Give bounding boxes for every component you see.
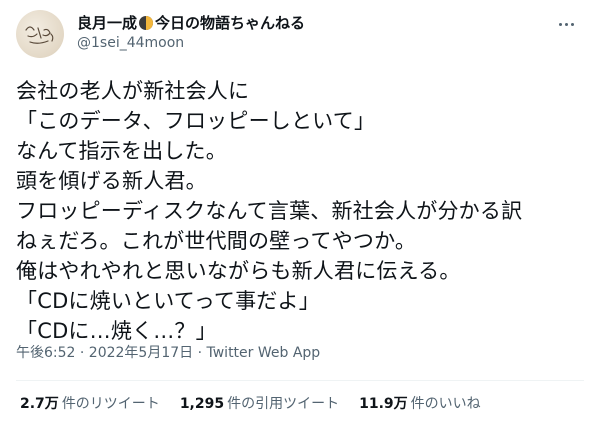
user-handle[interactable]: @1sei_44moon bbox=[77, 34, 305, 52]
tweet-line: なんて指示を出した。 bbox=[16, 139, 227, 163]
tweet-line: 「このデータ、フロッピーしといて」 bbox=[16, 109, 376, 133]
tweet-timestamp[interactable]: 午後6:52 · 2022年5月17日 · Twitter Web App bbox=[16, 343, 320, 363]
display-name[interactable]: 良月一成 今日の物語ちゃんねる bbox=[77, 13, 305, 33]
engagement-stats: 2.7万 件のリツイート 1,295 件の引用ツイート 11.9万 件のいいね bbox=[20, 394, 501, 414]
tweet-line: 俺はやれやれと思いながらも新人君に伝える。 bbox=[16, 259, 461, 283]
likes-count: 11.9万 bbox=[359, 396, 408, 412]
tweet-line: 会社の老人が新社会人に bbox=[16, 79, 250, 103]
quote-tweets-label: 件の引用ツイート bbox=[227, 396, 340, 412]
tweet-text: 会社の老人が新社会人に 「このデータ、フロッピーしといて」 なんて指示を出した。… bbox=[16, 76, 586, 346]
display-name-prefix: 良月一成 bbox=[77, 14, 138, 32]
author-names: 良月一成 今日の物語ちゃんねる @1sei_44moon bbox=[77, 13, 305, 52]
tweet-line: 「CDに焼いといてって事だよ」 bbox=[16, 289, 320, 313]
tweet-line: フロッピーディスクなんて言葉、新社会人が分かる訳 bbox=[16, 199, 523, 223]
quote-tweets-count: 1,295 bbox=[179, 396, 225, 412]
retweets-count: 2.7万 bbox=[20, 396, 59, 412]
tweet-header: 良月一成 今日の物語ちゃんねる @1sei_44moon bbox=[16, 10, 584, 58]
tweet-line: 「CDに…焼く…？」 bbox=[16, 319, 217, 343]
display-name-suffix: 今日の物語ちゃんねる bbox=[155, 14, 306, 32]
retweets-label: 件のリツイート bbox=[61, 396, 160, 412]
retweets-stat[interactable]: 2.7万 件のリツイート bbox=[20, 394, 160, 414]
tweet-line: 頭を傾げる新人君。 bbox=[16, 169, 207, 193]
more-dot-icon bbox=[558, 22, 562, 26]
half-moon-icon bbox=[139, 16, 154, 30]
tweet-line: ねぇだろ。これが世代間の壁ってやつか。 bbox=[16, 229, 417, 253]
more-dot-icon bbox=[570, 22, 574, 26]
avatar-calligraphy-icon bbox=[25, 26, 54, 44]
more-options-button[interactable] bbox=[552, 14, 580, 34]
likes-label: 件のいいね bbox=[410, 396, 481, 412]
likes-stat[interactable]: 11.9万 件のいいね bbox=[359, 394, 481, 414]
more-dot-icon bbox=[564, 22, 568, 26]
avatar[interactable] bbox=[16, 10, 64, 58]
divider bbox=[16, 380, 584, 381]
quote-tweets-stat[interactable]: 1,295 件の引用ツイート bbox=[180, 394, 339, 414]
tweet-card: 良月一成 今日の物語ちゃんねる @1sei_44moon 会社の老人が新社会人に… bbox=[0, 0, 600, 431]
